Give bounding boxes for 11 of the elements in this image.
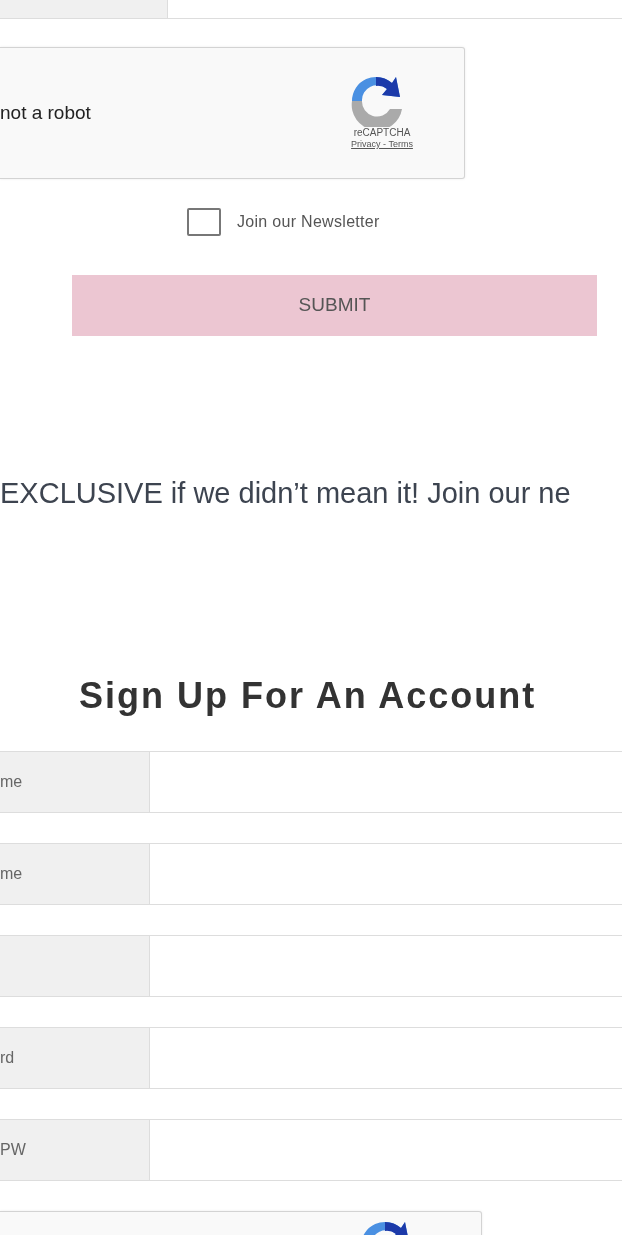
field-label: me: [0, 750, 150, 813]
signup-title: Sign Up For An Account: [79, 673, 538, 717]
privacy-terms-link[interactable]: Privacy - Terms: [351, 137, 413, 152]
field-label: PW: [0, 1118, 150, 1181]
captcha-label: not a robot: [0, 100, 91, 125]
field-label: me: [0, 842, 150, 905]
field-label: rd: [0, 1026, 150, 1089]
submit-button[interactable]: SUBMIT: [72, 275, 597, 336]
captcha-brand: reCAPTCHA: [353, 126, 411, 138]
promo-text: EXCLUSIVE if we didn’t mean it! Join our ne: [0, 476, 572, 511]
newsletter-label: Join our Newsletter: [237, 212, 380, 232]
